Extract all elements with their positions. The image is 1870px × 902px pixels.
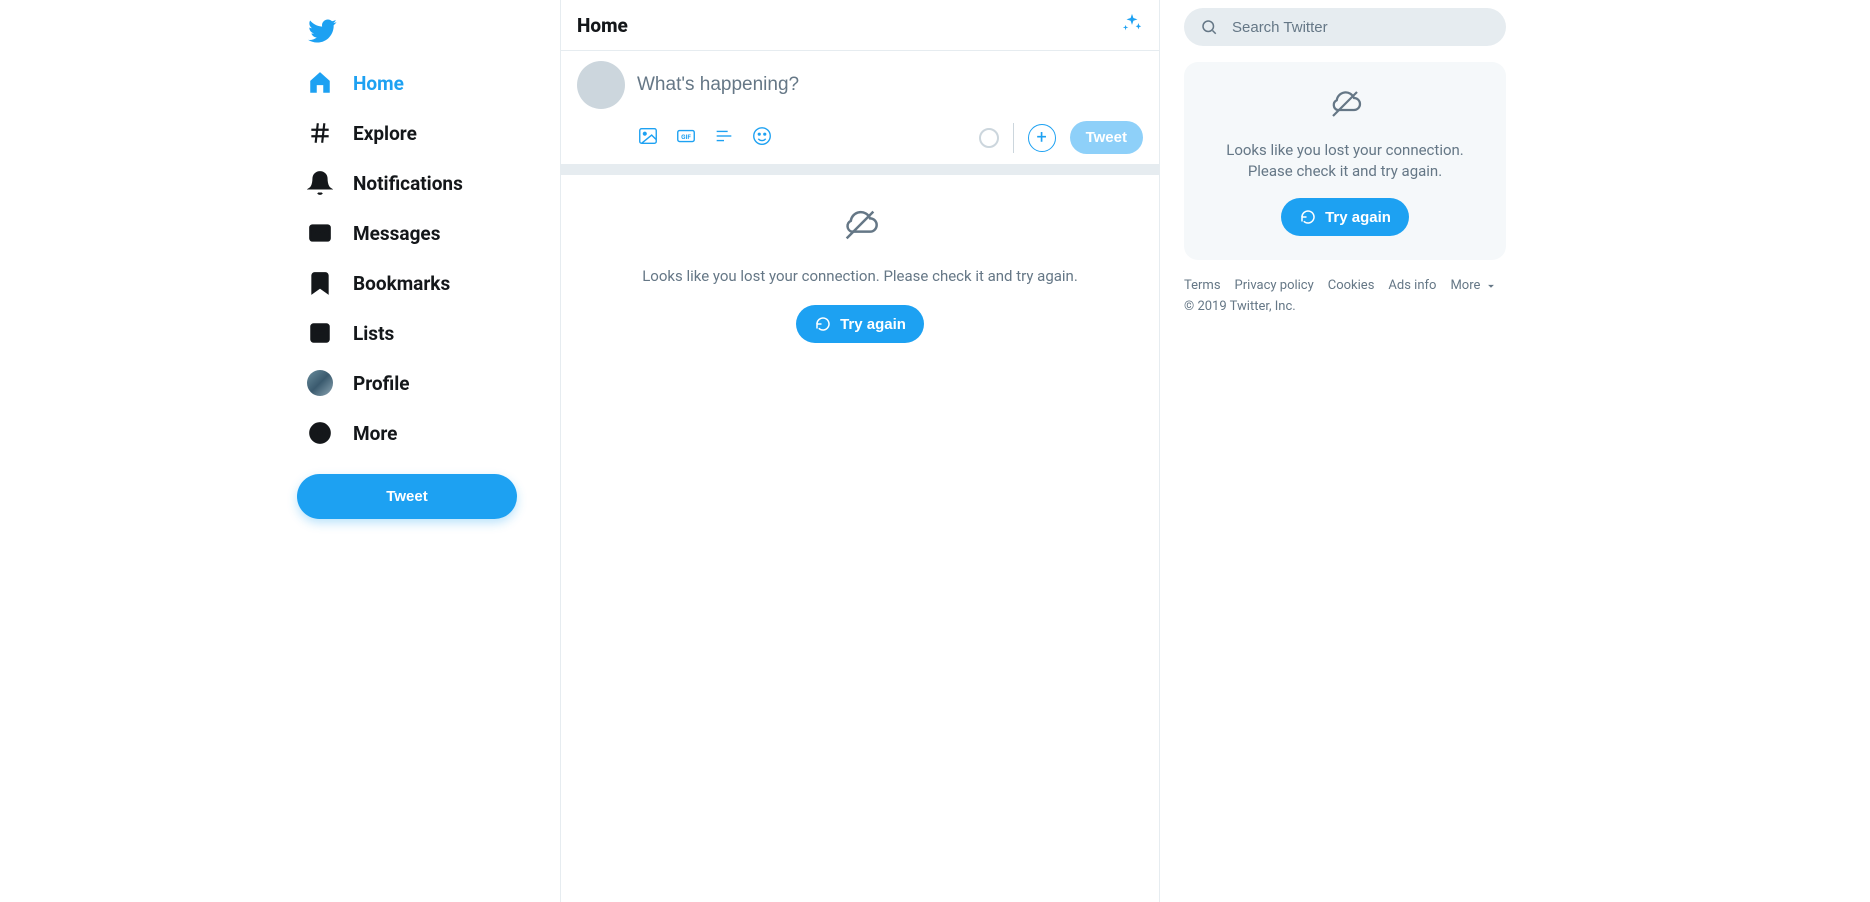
rail-error-card: Looks like you lost your connection. Ple… bbox=[1184, 62, 1506, 260]
footer-more-label: More bbox=[1450, 278, 1480, 293]
search-icon bbox=[1200, 18, 1218, 36]
offline-cloud-icon bbox=[1327, 86, 1363, 126]
twitter-bird-icon bbox=[307, 16, 337, 46]
page-title: Home bbox=[577, 14, 628, 37]
main-column: Home GIF + Twee bbox=[560, 0, 1160, 902]
nav-bookmarks[interactable]: Bookmarks bbox=[297, 258, 548, 308]
main-header: Home bbox=[561, 0, 1159, 51]
footer-more[interactable]: More bbox=[1450, 278, 1498, 293]
gif-icon[interactable]: GIF bbox=[675, 125, 697, 151]
nav-messages[interactable]: Messages bbox=[297, 208, 548, 258]
try-again-label: Try again bbox=[840, 316, 906, 333]
nav-label: Messages bbox=[353, 222, 440, 245]
timeline-error: Looks like you lost your connection. Ple… bbox=[561, 175, 1159, 373]
right-rail: Looks like you lost your connection. Ple… bbox=[1160, 0, 1530, 902]
rail-try-again-button[interactable]: Try again bbox=[1281, 198, 1409, 236]
svg-text:GIF: GIF bbox=[681, 132, 691, 140]
rail-try-again-label: Try again bbox=[1325, 209, 1391, 226]
footer-copyright: © 2019 Twitter, Inc. bbox=[1184, 299, 1296, 314]
tweet-button-sidebar[interactable]: Tweet bbox=[297, 474, 517, 519]
nav-more[interactable]: More bbox=[297, 408, 548, 458]
error-message: Looks like you lost your connection. Ple… bbox=[642, 267, 1078, 285]
refresh-icon bbox=[814, 315, 832, 333]
char-count-circle bbox=[979, 128, 999, 148]
compose-avatar[interactable] bbox=[577, 61, 625, 109]
compose-divider bbox=[1013, 123, 1014, 153]
bookmark-icon bbox=[307, 270, 333, 296]
hash-icon bbox=[307, 120, 333, 146]
add-thread-button[interactable]: + bbox=[1028, 124, 1056, 152]
nav-label: Explore bbox=[353, 122, 417, 145]
sidebar: Home Explore Notifications Messages Book… bbox=[285, 0, 560, 902]
bell-icon bbox=[307, 170, 333, 196]
media-icon[interactable] bbox=[637, 125, 659, 151]
footer: Terms Privacy policy Cookies Ads info Mo… bbox=[1184, 278, 1506, 314]
avatar-icon bbox=[307, 370, 333, 396]
nav-profile[interactable]: Profile bbox=[297, 358, 548, 408]
nav-notifications[interactable]: Notifications bbox=[297, 158, 548, 208]
footer-link-ads[interactable]: Ads info bbox=[1388, 278, 1436, 293]
nav-home[interactable]: Home bbox=[297, 58, 548, 108]
nav-label: Notifications bbox=[353, 172, 463, 195]
compose-box: GIF + Tweet bbox=[561, 51, 1159, 165]
nav-label: Lists bbox=[353, 322, 394, 345]
nav-label: Profile bbox=[353, 372, 410, 395]
home-icon bbox=[307, 70, 333, 96]
twitter-logo[interactable] bbox=[297, 8, 548, 58]
top-tweets-icon[interactable] bbox=[1121, 12, 1143, 38]
footer-link-terms[interactable]: Terms bbox=[1184, 278, 1221, 293]
chevron-down-icon bbox=[1484, 279, 1498, 293]
compose-input[interactable] bbox=[625, 64, 1143, 106]
nav-label: Home bbox=[353, 72, 404, 95]
nav-lists[interactable]: Lists bbox=[297, 308, 548, 358]
search-input[interactable] bbox=[1232, 19, 1490, 36]
list-icon bbox=[307, 320, 333, 346]
mail-icon bbox=[307, 220, 333, 246]
section-gap bbox=[561, 165, 1159, 175]
tweet-button-compose[interactable]: Tweet bbox=[1070, 121, 1143, 154]
offline-cloud-icon bbox=[840, 205, 880, 249]
poll-icon[interactable] bbox=[713, 125, 735, 151]
footer-link-cookies[interactable]: Cookies bbox=[1328, 278, 1375, 293]
try-again-button[interactable]: Try again bbox=[796, 305, 924, 343]
more-icon bbox=[307, 420, 333, 446]
footer-link-privacy[interactable]: Privacy policy bbox=[1235, 278, 1314, 293]
nav-explore[interactable]: Explore bbox=[297, 108, 548, 158]
nav-label: More bbox=[353, 422, 397, 445]
emoji-icon[interactable] bbox=[751, 125, 773, 151]
rail-error-message: Looks like you lost your connection. Ple… bbox=[1204, 140, 1486, 182]
refresh-icon bbox=[1299, 208, 1317, 226]
search-box[interactable] bbox=[1184, 8, 1506, 46]
nav-label: Bookmarks bbox=[353, 272, 450, 295]
